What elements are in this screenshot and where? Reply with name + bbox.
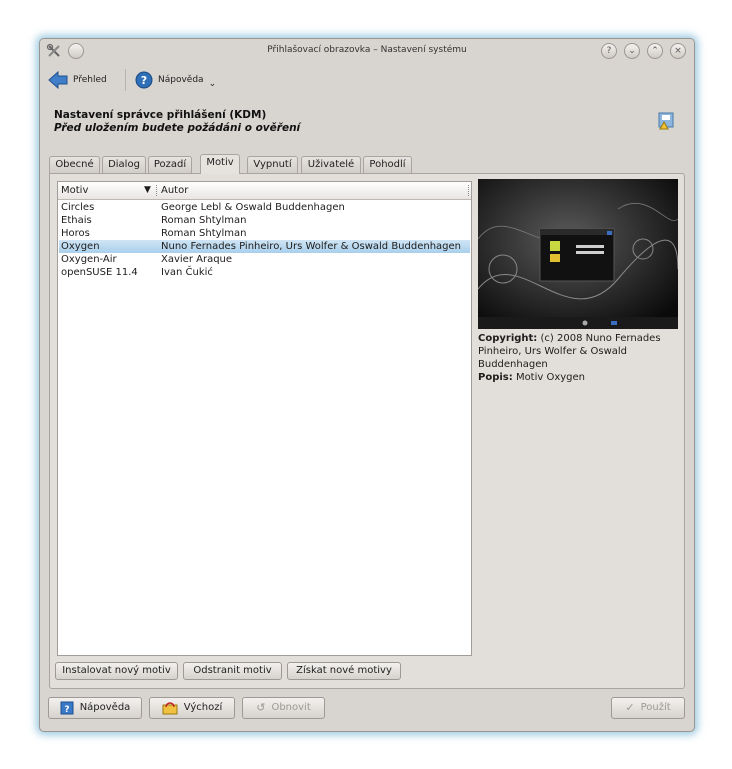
table-row[interactable]: openSUSE 11.4 Ivan Čukić [59, 266, 470, 279]
help-menu-button[interactable]: ? Nápověda ⌄ [135, 68, 216, 92]
help-icon: ? [135, 71, 153, 89]
defaults-button[interactable]: Výchozí [149, 697, 235, 719]
install-theme-button[interactable]: Instalovat nový motiv [55, 662, 178, 680]
overview-button[interactable]: Přehled [48, 68, 107, 92]
undo-icon: ↺ [256, 701, 266, 714]
page-title: Nastavení správce přihlášení (KDM) [54, 109, 267, 121]
help-title-button[interactable]: ? [601, 43, 617, 59]
theme-list[interactable]: Motiv ▼ Autor Circles George Lebl & Oswa… [57, 181, 472, 656]
toolbar: Přehled ? Nápověda ⌄ [40, 65, 694, 95]
theme-panel: Motiv ▼ Autor Circles George Lebl & Oswa… [49, 173, 685, 689]
window-title: Přihlašovací obrazovka – Nastavení systé… [267, 45, 467, 55]
settings-window: Přihlašovací obrazovka – Nastavení systé… [39, 38, 695, 732]
column-header-theme[interactable]: Motiv [61, 182, 88, 199]
close-button[interactable]: × [670, 43, 686, 59]
tab-general[interactable]: Obecné [49, 156, 100, 173]
table-row[interactable]: Horos Roman Shtylman [59, 227, 470, 240]
theme-details: Copyright: (c) 2008 Nuno Fernades Pinhei… [478, 332, 678, 384]
tab-users[interactable]: Uživatelé [301, 156, 361, 173]
table-row[interactable]: Ethais Roman Shtylman [59, 214, 470, 227]
tab-theme[interactable]: Motiv [200, 154, 240, 174]
list-header: Motiv ▼ Autor [58, 182, 471, 200]
apply-button[interactable]: ✓ Použít [611, 697, 685, 719]
page-subtitle: Před uložením budete požádáni o ověření [54, 122, 301, 134]
chevron-down-icon: ⌄ [208, 79, 217, 89]
tab-background[interactable]: Pozadí [148, 156, 192, 173]
maximize-button[interactable]: ⌃ [647, 43, 663, 59]
svg-text:?: ? [64, 705, 69, 715]
column-divider[interactable] [468, 185, 470, 196]
sort-arrow-icon: ▼ [144, 185, 151, 195]
defaults-icon [162, 702, 178, 715]
remove-theme-button[interactable]: Odstranit motiv [183, 662, 282, 680]
tab-dialog[interactable]: Dialog [102, 156, 146, 173]
column-header-author[interactable]: Autor [161, 182, 188, 199]
copyright-label: Copyright: [478, 333, 538, 344]
reset-button[interactable]: ↺ Obnovit [242, 697, 325, 719]
checkmark-icon: ✓ [625, 701, 635, 714]
tab-convenience[interactable]: Pohodlí [363, 156, 412, 173]
table-row[interactable]: Oxygen-Air Xavier Araque [59, 253, 470, 266]
table-row[interactable]: Circles George Lebl & Oswald Buddenhagen [59, 201, 470, 214]
minimize-button[interactable]: ⌄ [624, 43, 640, 59]
tab-shutdown[interactable]: Vypnutí [247, 156, 298, 173]
help-book-icon: ? [60, 701, 74, 715]
toolbar-separator [125, 69, 126, 91]
admin-auth-icon [658, 112, 674, 130]
overview-label: Přehled [73, 75, 107, 85]
description-text: Motiv Oxygen [515, 372, 586, 383]
help-label: Nápověda [158, 75, 204, 85]
column-divider[interactable] [156, 185, 158, 196]
description-label: Popis: [478, 372, 513, 383]
title-bar: Přihlašovací obrazovka – Nastavení systé… [40, 39, 694, 63]
svg-text:?: ? [141, 74, 147, 87]
theme-preview-image [478, 179, 678, 329]
table-row-selected[interactable]: Oxygen Nuno Fernades Pinheiro, Urs Wolfe… [59, 240, 470, 253]
help-button[interactable]: ? Nápověda [48, 697, 142, 719]
page-header: Nastavení správce přihlášení (KDM) Před … [54, 109, 300, 134]
get-new-themes-button[interactable]: Získat nové motivy [287, 662, 401, 680]
back-arrow-icon [48, 71, 68, 89]
